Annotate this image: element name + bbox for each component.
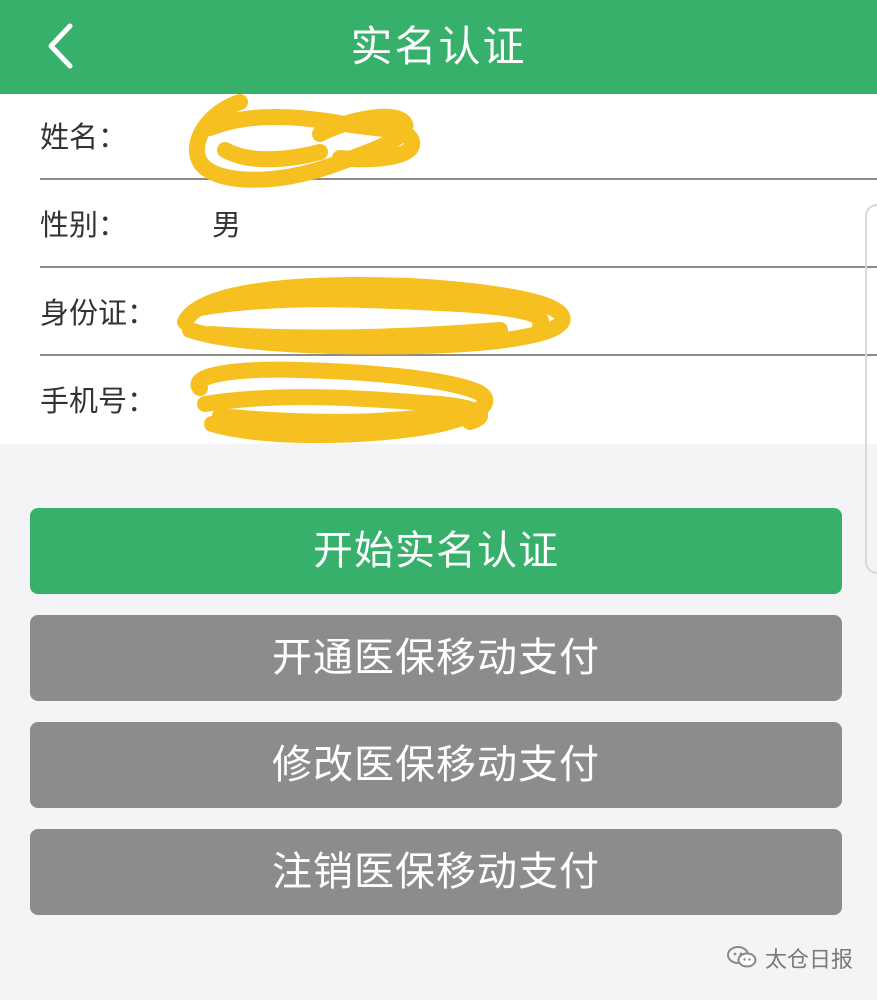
phone-label: 手机号： [40, 384, 157, 418]
name-label: 姓名： [40, 120, 128, 154]
phone-row: 手机号： [0, 358, 877, 444]
watermark: 太仓日报 [726, 938, 853, 978]
header-bar: 实名认证 [0, 0, 877, 94]
open-payment-button[interactable]: 开通医保移动支付 [30, 615, 842, 701]
cancel-payment-button[interactable]: 注销医保移动支付 [30, 829, 842, 915]
watermark-text: 太仓日报 [764, 948, 853, 973]
gender-label: 性别： [40, 208, 128, 242]
name-row: 姓名： [0, 94, 877, 180]
row-divider [40, 266, 877, 268]
id-card-row: 身份证： [0, 270, 877, 356]
id-card-label: 身份证： [40, 296, 157, 330]
identity-info-card: 姓名： 性别： 男 身份证： 手机号： [0, 94, 877, 444]
row-divider [40, 354, 877, 356]
wechat-icon [726, 946, 757, 968]
gender-row: 性别： 男 [0, 182, 877, 268]
row-divider [40, 178, 877, 180]
page-title: 实名认证 [350, 22, 527, 71]
modify-payment-button[interactable]: 修改医保移动支付 [30, 722, 842, 808]
gender-value: 男 [212, 208, 242, 242]
start-verification-button[interactable]: 开始实名认证 [30, 508, 842, 594]
scroll-indicator[interactable] [865, 204, 877, 574]
